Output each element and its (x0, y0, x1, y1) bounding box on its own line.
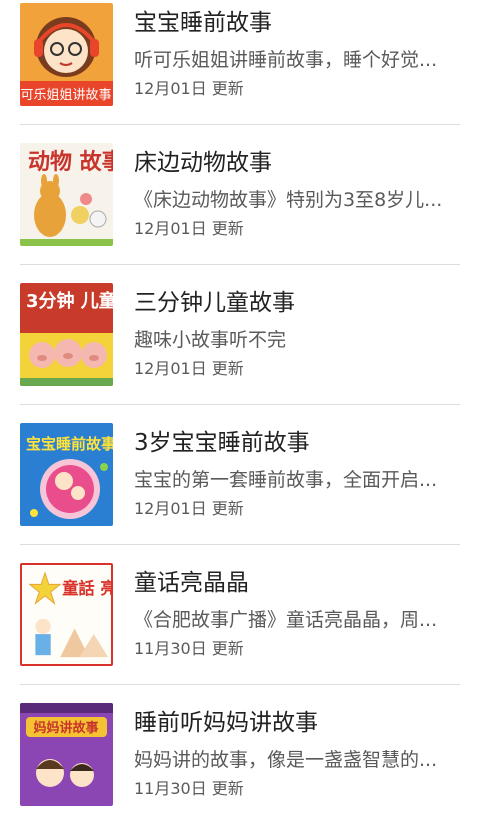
cover-image: 妈妈讲故事 (20, 703, 113, 806)
story-description: 趣味小故事听不完 (134, 329, 287, 351)
update-date: 12月01日 更新 (134, 359, 244, 378)
list-item[interactable]: 3分钟 儿童故事 三分钟儿童故事 趣味小故事听不完 12月01日 更新 (0, 280, 480, 420)
svg-text:妈妈讲故事: 妈妈讲故事 (33, 720, 98, 736)
list-item[interactable]: 妈妈讲故事 睡前听妈妈讲故事 妈妈讲的故事，像是一盏盏智慧的... 11月30日… (0, 700, 480, 840)
story-description: 妈妈讲的故事，像是一盏盏智慧的... (134, 749, 438, 771)
svg-text:可乐姐姐讲故事: 可乐姐姐讲故事 (20, 88, 111, 103)
svg-text:3分钟 儿童故事: 3分钟 儿童故事 (26, 290, 113, 312)
svg-text:动物 故事: 动物 故事 (28, 149, 113, 175)
update-date: 12月01日 更新 (134, 219, 244, 238)
story-title: 床边动物故事 (134, 150, 272, 176)
list-item[interactable]: 可乐姐姐讲故事 宝宝睡前故事 听可乐姐姐讲睡前故事，睡个好觉... 12月01日… (0, 0, 480, 140)
svg-text:宝宝睡前故事: 宝宝睡前故事 (26, 435, 113, 453)
divider (20, 544, 460, 545)
divider (20, 124, 460, 125)
cover-image: 宝宝睡前故事 (20, 423, 113, 526)
story-title: 童话亮晶晶 (134, 570, 249, 596)
story-description: 宝宝的第一套睡前故事，全面开启... (134, 469, 438, 491)
kangaroo-animals-cover-icon: 动物 故事 (20, 143, 113, 246)
story-title: 3岁宝宝睡前故事 (134, 430, 310, 456)
divider (20, 264, 460, 265)
update-date: 12月01日 更新 (134, 79, 244, 98)
update-date: 11月30日 更新 (134, 779, 244, 798)
list-item[interactable]: 动物 故事 床边动物故事 《床边动物故事》特别为3至8岁儿... 12月01日 … (0, 140, 480, 280)
fairy-tale-star-cover-icon: 童話 亮晶晶 (22, 565, 111, 664)
mama-stories-cover-icon: 妈妈讲故事 (20, 703, 113, 806)
story-title: 睡前听妈妈讲故事 (134, 710, 318, 736)
mother-and-child-cover-icon: 宝宝睡前故事 (20, 423, 113, 526)
cover-image: 动物 故事 (20, 143, 113, 246)
story-list: 可乐姐姐讲故事 宝宝睡前故事 听可乐姐姐讲睡前故事，睡个好觉... 12月01日… (0, 0, 480, 840)
list-item[interactable]: 宝宝睡前故事 3岁宝宝睡前故事 宝宝的第一套睡前故事，全面开启... 12月01… (0, 420, 480, 560)
cover-image: 童話 亮晶晶 (20, 563, 113, 666)
story-title: 三分钟儿童故事 (134, 290, 295, 316)
divider (20, 404, 460, 405)
cover-image: 3分钟 儿童故事 (20, 283, 113, 386)
divider (20, 684, 460, 685)
list-item[interactable]: 童話 亮晶晶 童话亮晶晶 《合肥故事广播》童话亮晶晶，周... 11月30日 更… (0, 560, 480, 700)
svg-text:童話 亮晶晶: 童話 亮晶晶 (62, 579, 111, 598)
update-date: 12月01日 更新 (134, 499, 244, 518)
story-description: 《合肥故事广播》童话亮晶晶，周... (134, 609, 438, 631)
story-description: 《床边动物故事》特别为3至8岁儿... (134, 189, 443, 211)
story-title: 宝宝睡前故事 (134, 10, 272, 36)
update-date: 11月30日 更新 (134, 639, 244, 658)
cover-image: 可乐姐姐讲故事 (20, 3, 113, 106)
three-little-pigs-cover-icon: 3分钟 儿童故事 (20, 283, 113, 386)
girl-with-headphones-cover-icon: 可乐姐姐讲故事 (20, 3, 113, 106)
story-description: 听可乐姐姐讲睡前故事，睡个好觉... (134, 49, 438, 71)
